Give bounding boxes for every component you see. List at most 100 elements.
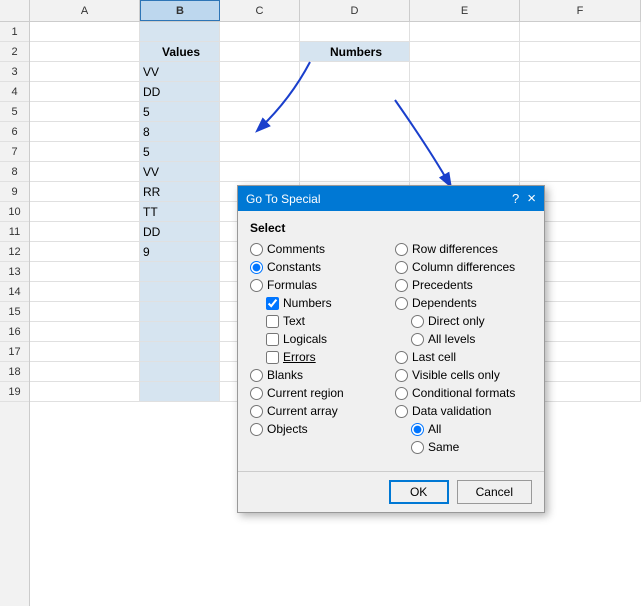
check-logicals[interactable]: [266, 333, 279, 346]
option-precedents[interactable]: Precedents: [395, 277, 532, 293]
radio-last-cell[interactable]: [395, 351, 408, 364]
option-current-array[interactable]: Current array: [250, 403, 387, 419]
cell-e7[interactable]: [410, 142, 520, 162]
cell-b6[interactable]: 8: [140, 122, 220, 142]
radio-data-validation[interactable]: [395, 405, 408, 418]
cell-c3[interactable]: [220, 62, 300, 82]
cell-f8[interactable]: [520, 162, 641, 182]
option-all-levels[interactable]: All levels: [411, 331, 532, 347]
option-dv-same[interactable]: Same: [411, 439, 532, 455]
cell-a4[interactable]: [30, 82, 140, 102]
radio-current-array[interactable]: [250, 405, 263, 418]
cell-e2[interactable]: [410, 42, 520, 62]
cell-c4[interactable]: [220, 82, 300, 102]
option-numbers[interactable]: Numbers: [266, 295, 387, 311]
cell-a3[interactable]: [30, 62, 140, 82]
radio-formulas[interactable]: [250, 279, 263, 292]
cell-a9[interactable]: [30, 182, 140, 202]
option-conditional-formats[interactable]: Conditional formats: [395, 385, 532, 401]
cell-c2[interactable]: [220, 42, 300, 62]
option-logicals[interactable]: Logicals: [266, 331, 387, 347]
cell-a5[interactable]: [30, 102, 140, 122]
option-errors[interactable]: Errors: [266, 349, 387, 365]
check-errors[interactable]: [266, 351, 279, 364]
cell-f7[interactable]: [520, 142, 641, 162]
cell-a12[interactable]: [30, 242, 140, 262]
cell-a2[interactable]: [30, 42, 140, 62]
cell-b12[interactable]: 9: [140, 242, 220, 262]
cell-a6[interactable]: [30, 122, 140, 142]
cell-b9[interactable]: RR: [140, 182, 220, 202]
cell-e4[interactable]: [410, 82, 520, 102]
radio-col-diff[interactable]: [395, 261, 408, 274]
option-column-differences[interactable]: Column differences: [395, 259, 532, 275]
radio-conditional[interactable]: [395, 387, 408, 400]
cell-a10[interactable]: [30, 202, 140, 222]
option-dv-all[interactable]: All: [411, 421, 532, 437]
cell-d3[interactable]: [300, 62, 410, 82]
option-formulas[interactable]: Formulas: [250, 277, 387, 293]
radio-dv-all[interactable]: [411, 423, 424, 436]
cell-a7[interactable]: [30, 142, 140, 162]
cell-c6[interactable]: [220, 122, 300, 142]
radio-visible-cells[interactable]: [395, 369, 408, 382]
cell-b7[interactable]: 5: [140, 142, 220, 162]
check-numbers[interactable]: [266, 297, 279, 310]
cell-d5[interactable]: [300, 102, 410, 122]
option-direct-only[interactable]: Direct only: [411, 313, 532, 329]
option-visible-cells[interactable]: Visible cells only: [395, 367, 532, 383]
option-comments[interactable]: Comments: [250, 241, 387, 257]
option-blanks[interactable]: Blanks: [250, 367, 387, 383]
cell-e5[interactable]: [410, 102, 520, 122]
cell-b2[interactable]: Values: [140, 42, 220, 62]
option-text[interactable]: Text: [266, 313, 387, 329]
cell-d8[interactable]: [300, 162, 410, 182]
radio-comments[interactable]: [250, 243, 263, 256]
cell-e3[interactable]: [410, 62, 520, 82]
cell-a1[interactable]: [30, 22, 140, 42]
cell-f3[interactable]: [520, 62, 641, 82]
radio-direct-only[interactable]: [411, 315, 424, 328]
cell-d7[interactable]: [300, 142, 410, 162]
cell-b5[interactable]: 5: [140, 102, 220, 122]
cell-a8[interactable]: [30, 162, 140, 182]
cell-b4[interactable]: DD: [140, 82, 220, 102]
option-dependents[interactable]: Dependents: [395, 295, 532, 311]
close-icon[interactable]: ×: [527, 190, 536, 207]
radio-row-diff[interactable]: [395, 243, 408, 256]
cell-e1[interactable]: [410, 22, 520, 42]
radio-current-region[interactable]: [250, 387, 263, 400]
option-row-differences[interactable]: Row differences: [395, 241, 532, 257]
option-current-region[interactable]: Current region: [250, 385, 387, 401]
cancel-button[interactable]: Cancel: [457, 480, 532, 504]
cell-f4[interactable]: [520, 82, 641, 102]
cell-b11[interactable]: DD: [140, 222, 220, 242]
cell-d1[interactable]: [300, 22, 410, 42]
cell-d6[interactable]: [300, 122, 410, 142]
radio-all-levels[interactable]: [411, 333, 424, 346]
cell-a11[interactable]: [30, 222, 140, 242]
radio-objects[interactable]: [250, 423, 263, 436]
cell-b1[interactable]: [140, 22, 220, 42]
radio-precedents[interactable]: [395, 279, 408, 292]
cell-b10[interactable]: TT: [140, 202, 220, 222]
cell-f5[interactable]: [520, 102, 641, 122]
option-data-validation[interactable]: Data validation: [395, 403, 532, 419]
cell-d4[interactable]: [300, 82, 410, 102]
ok-button[interactable]: OK: [389, 480, 449, 504]
option-constants[interactable]: Constants: [250, 259, 387, 275]
check-text[interactable]: [266, 315, 279, 328]
cell-e8[interactable]: [410, 162, 520, 182]
cell-c7[interactable]: [220, 142, 300, 162]
cell-d2[interactable]: Numbers: [300, 42, 410, 62]
cell-f1[interactable]: [520, 22, 641, 42]
option-objects[interactable]: Objects: [250, 421, 387, 437]
cell-c8[interactable]: [220, 162, 300, 182]
cell-f6[interactable]: [520, 122, 641, 142]
radio-constants[interactable]: [250, 261, 263, 274]
cell-c1[interactable]: [220, 22, 300, 42]
cell-b8[interactable]: VV: [140, 162, 220, 182]
cell-c5[interactable]: [220, 102, 300, 122]
radio-dependents[interactable]: [395, 297, 408, 310]
cell-f2[interactable]: [520, 42, 641, 62]
